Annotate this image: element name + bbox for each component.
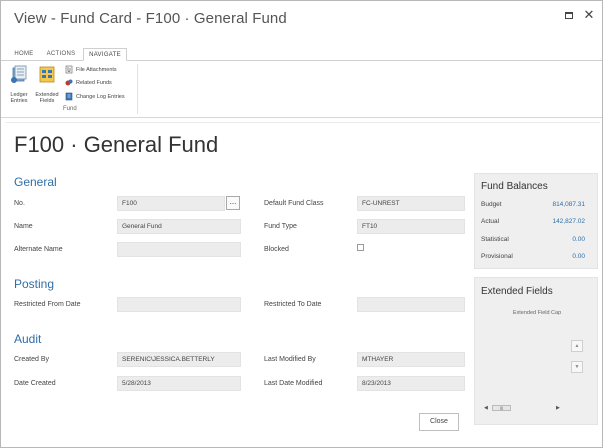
paperclip-icon xyxy=(65,65,73,74)
change-log-icon xyxy=(65,92,73,101)
extended-fields-icon xyxy=(39,66,55,83)
section-audit-heading: Audit xyxy=(14,332,42,346)
fund-type-label: Fund Type xyxy=(264,223,297,230)
alternate-name-field[interactable] xyxy=(117,242,241,257)
fund-type-field[interactable]: FT10 xyxy=(357,219,465,234)
restricted-to-date-field[interactable] xyxy=(357,297,465,312)
close-button[interactable]: Close xyxy=(419,413,459,431)
fund-balances-title: Fund Balances xyxy=(481,181,548,192)
file-attachments-label: File Attachments xyxy=(76,67,117,73)
created-by-field[interactable]: SERENIC\JESSICA.BETTERLY xyxy=(117,352,241,367)
date-created-field[interactable]: 5/28/2013 xyxy=(117,376,241,391)
related-funds-button[interactable]: Related Funds xyxy=(65,78,112,89)
extended-fields-label: Extended Fields xyxy=(35,92,59,104)
extended-field-caption-header: Extended Field Cap xyxy=(512,310,562,316)
maximize-icon[interactable] xyxy=(562,8,576,22)
provisional-label: Provisional xyxy=(481,253,513,260)
blocked-checkbox[interactable] xyxy=(357,244,364,251)
alternate-name-label: Alternate Name xyxy=(14,246,63,253)
name-field[interactable]: General Fund xyxy=(117,219,241,234)
related-funds-icon xyxy=(65,79,73,86)
ledger-entries-button[interactable]: Ledger Entries xyxy=(7,65,31,104)
budget-value[interactable]: 814,087.31 xyxy=(552,201,585,208)
change-log-entries-button[interactable]: Change Log Entries xyxy=(65,92,125,103)
ribbon: Ledger Entries Extended Fields File Atta… xyxy=(1,61,602,118)
no-assist-button[interactable]: ... xyxy=(226,196,240,210)
file-attachments-button[interactable]: File Attachments xyxy=(65,65,117,76)
last-date-modified-label: Last Date Modified xyxy=(264,380,323,387)
ledger-icon xyxy=(11,65,27,83)
no-label: No. xyxy=(14,200,25,207)
default-fund-class-field[interactable]: FC-UNREST xyxy=(357,196,465,211)
scroll-left-icon[interactable]: ◀ xyxy=(484,404,488,412)
scroll-right-icon[interactable]: ▶ xyxy=(556,404,560,412)
ribbon-group-label: Fund xyxy=(63,106,77,112)
header-divider xyxy=(5,122,600,123)
ledger-entries-label: Ledger Entries xyxy=(10,92,28,104)
statistical-value[interactable]: 0.00 xyxy=(572,236,585,243)
scroll-up-icon[interactable]: ▲ xyxy=(571,340,583,352)
default-fund-class-label: Default Fund Class xyxy=(264,200,324,207)
title-bar: View - Fund Card - F100 · General Fund ✕ xyxy=(1,1,602,35)
change-log-entries-label: Change Log Entries xyxy=(76,94,125,100)
budget-label: Budget xyxy=(481,201,502,208)
date-created-label: Date Created xyxy=(14,380,56,387)
restricted-from-date-field[interactable] xyxy=(117,297,241,312)
restricted-to-date-label: Restricted To Date xyxy=(264,301,322,308)
horizontal-scrollbar[interactable]: ◀ ||| ▶ xyxy=(484,404,560,412)
scroll-down-icon[interactable]: ▼ xyxy=(571,361,583,373)
created-by-label: Created By xyxy=(14,356,50,363)
scrollbar-thumb[interactable]: ||| xyxy=(492,405,511,411)
fund-balances-factbox: Fund Balances Budget 814,087.31 Actual 1… xyxy=(474,173,598,269)
window-title: View - Fund Card - F100 · General Fund xyxy=(14,10,287,27)
extended-fields-factbox: Extended Fields Extended Field Cap ▲ ▼ ◀… xyxy=(474,277,598,425)
provisional-value[interactable]: 0.00 xyxy=(572,253,585,260)
statistical-label: Statistical xyxy=(481,236,509,243)
blocked-label: Blocked xyxy=(264,246,289,253)
section-posting-heading: Posting xyxy=(14,277,55,291)
section-general-heading: General xyxy=(14,175,57,189)
actual-label: Actual xyxy=(481,218,500,225)
close-icon[interactable]: ✕ xyxy=(582,8,596,22)
ribbon-group-divider xyxy=(137,64,138,114)
name-label: Name xyxy=(14,223,33,230)
tab-actions[interactable]: ACTIONS xyxy=(43,48,79,61)
tab-home[interactable]: HOME xyxy=(10,48,38,61)
last-modified-by-field[interactable]: MTHAYER xyxy=(357,352,465,367)
fund-card-window: View - Fund Card - F100 · General Fund ✕… xyxy=(0,0,603,448)
page-title: F100 · General Fund xyxy=(14,132,219,157)
actual-value[interactable]: 142,827.02 xyxy=(552,218,585,225)
restricted-from-date-label: Restricted From Date xyxy=(14,301,81,308)
ribbon-tab-bar: HOME ACTIONS NAVIGATE xyxy=(1,47,602,61)
tab-navigate[interactable]: NAVIGATE xyxy=(83,48,127,61)
last-modified-by-label: Last Modified By xyxy=(264,356,316,363)
extended-fields-title: Extended Fields xyxy=(481,286,553,297)
related-funds-label: Related Funds xyxy=(76,80,112,86)
last-date-modified-field[interactable]: 8/23/2013 xyxy=(357,376,465,391)
no-field[interactable]: F100 xyxy=(117,196,225,211)
extended-fields-button[interactable]: Extended Fields xyxy=(35,65,59,104)
